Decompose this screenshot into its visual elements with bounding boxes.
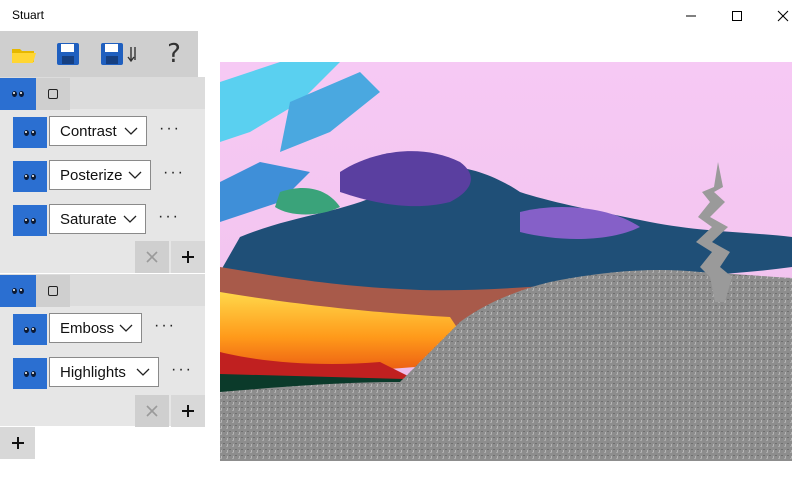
effect-visibility-toggle[interactable] (13, 161, 47, 192)
effect-more-button[interactable]: ··· (159, 120, 181, 138)
plus-icon (11, 437, 24, 449)
eyes-icon (10, 90, 26, 98)
group-visibility-toggle[interactable] (0, 78, 36, 110)
effect-select[interactable]: Highlights (49, 357, 159, 387)
effect-select[interactable]: Emboss (49, 313, 142, 343)
group-footer (135, 395, 205, 427)
eyes-icon (22, 129, 38, 137)
add-effect-button[interactable] (171, 241, 205, 273)
close-icon (146, 405, 158, 417)
chevron-down-icon (119, 324, 133, 332)
effect-group-1: Contrast ··· Posterize ··· Saturate ··· (0, 77, 205, 273)
delete-effect-button[interactable] (135, 241, 169, 273)
effect-select[interactable]: Saturate (49, 204, 146, 234)
minimize-button[interactable] (668, 0, 714, 31)
effect-more-button[interactable]: ··· (171, 361, 193, 379)
help-button[interactable]: ? (156, 31, 192, 77)
eyes-icon (10, 287, 26, 295)
effect-label: Emboss (60, 319, 115, 337)
toolbar: ? (0, 31, 198, 77)
add-effect-button[interactable] (171, 395, 205, 427)
square-icon (48, 89, 58, 99)
chevron-down-icon (136, 368, 150, 376)
plus-icon (182, 251, 194, 263)
close-button[interactable] (760, 0, 806, 31)
group-visibility-toggle[interactable] (0, 275, 36, 307)
folder-open-icon (12, 49, 36, 63)
effect-visibility-toggle[interactable] (13, 205, 47, 236)
group-mask-toggle[interactable] (36, 275, 70, 307)
effect-more-button[interactable]: ··· (154, 317, 176, 335)
open-button[interactable] (4, 31, 44, 77)
minimize-icon (686, 15, 696, 16)
effect-select[interactable]: Posterize (49, 160, 151, 190)
add-group-button[interactable] (0, 427, 35, 459)
eyes-icon (22, 370, 38, 378)
chevron-down-icon (123, 215, 137, 223)
plus-icon (182, 405, 194, 417)
chevron-down-icon (128, 171, 142, 179)
effect-visibility-toggle[interactable] (13, 358, 47, 389)
group-header (0, 77, 205, 110)
close-icon (777, 10, 789, 21)
save-icon (57, 43, 79, 65)
title-bar: Stuart (0, 0, 808, 31)
effect-label: Saturate (60, 210, 117, 228)
maximize-icon (732, 10, 742, 21)
effect-label: Posterize (60, 166, 123, 184)
effect-label: Highlights (60, 363, 126, 381)
save-as-icon (101, 43, 136, 65)
effect-visibility-toggle[interactable] (13, 314, 47, 345)
maximize-button[interactable] (714, 0, 760, 31)
effect-group-2: Emboss ··· Highlights ··· (0, 274, 205, 427)
eyes-icon (22, 217, 38, 225)
eyes-icon (22, 326, 38, 334)
eyes-icon (22, 173, 38, 181)
effect-more-button[interactable]: ··· (163, 164, 185, 182)
help-icon: ? (167, 39, 181, 69)
group-mask-toggle[interactable] (36, 78, 70, 110)
group-footer (135, 241, 205, 273)
close-icon (146, 251, 158, 263)
chevron-down-icon (124, 127, 138, 135)
effect-label: Contrast (60, 122, 117, 140)
save-button[interactable] (48, 31, 88, 77)
image-canvas[interactable] (220, 62, 792, 461)
square-icon (48, 286, 58, 296)
group-header (0, 274, 205, 307)
effect-visibility-toggle[interactable] (13, 117, 47, 148)
window-title: Stuart (12, 8, 45, 22)
processed-photo (220, 62, 792, 461)
delete-effect-button[interactable] (135, 395, 169, 427)
effect-more-button[interactable]: ··· (158, 208, 180, 226)
effect-select[interactable]: Contrast (49, 116, 147, 146)
save-as-button[interactable] (98, 31, 146, 77)
